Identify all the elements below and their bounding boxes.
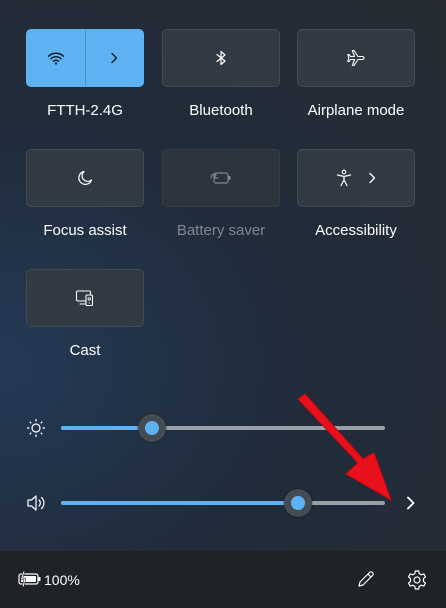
volume-slider-fill — [61, 501, 298, 505]
wifi-expand-button[interactable] — [86, 30, 144, 86]
cast-label: Cast — [69, 342, 101, 359]
accessibility-tile[interactable] — [297, 149, 415, 207]
volume-output-chevron[interactable] — [404, 494, 418, 512]
battery-charging-icon — [18, 571, 41, 587]
chevron-right-icon — [369, 172, 376, 184]
quick-settings-footer: 100% — [0, 551, 446, 608]
volume-icon — [27, 495, 45, 511]
pencil-icon[interactable] — [356, 569, 376, 589]
bluetooth-icon — [216, 50, 226, 66]
wifi-toggle[interactable] — [27, 30, 85, 86]
accessibility-label: Accessibility — [315, 222, 397, 239]
accessibility-icon — [336, 169, 352, 187]
battery-saver-label: Battery saver — [176, 222, 266, 239]
cast-icon — [75, 290, 94, 307]
wifi-label: FTTH-2.4G — [47, 102, 123, 119]
chevron-right-icon — [111, 52, 118, 64]
airplane-mode-tile[interactable] — [297, 29, 415, 87]
moon-icon — [78, 170, 93, 185]
battery-percentage: 100% — [44, 572, 80, 588]
battery-saver-icon — [210, 172, 231, 184]
brightness-slider-thumb[interactable] — [137, 414, 166, 442]
gear-icon[interactable] — [406, 569, 428, 591]
brightness-slider-thumb-dot — [144, 421, 159, 435]
wifi-icon — [47, 52, 64, 65]
focus-assist-label: Focus assist — [43, 222, 127, 239]
red-arrow-annotation — [297, 393, 392, 501]
cast-tile[interactable] — [26, 269, 144, 327]
airplane-mode-label: Airplane mode — [307, 102, 405, 119]
bluetooth-tile[interactable] — [162, 29, 280, 87]
focus-assist-tile[interactable] — [26, 149, 144, 207]
battery-saver-tile — [162, 149, 280, 207]
brightness-icon — [26, 418, 46, 438]
quick-settings-panel: FTTH-2.4G Bluetooth Airplane mode Focus … — [0, 0, 446, 608]
wifi-tile[interactable] — [26, 29, 144, 87]
bluetooth-label: Bluetooth — [189, 102, 253, 119]
airplane-icon — [347, 49, 365, 67]
